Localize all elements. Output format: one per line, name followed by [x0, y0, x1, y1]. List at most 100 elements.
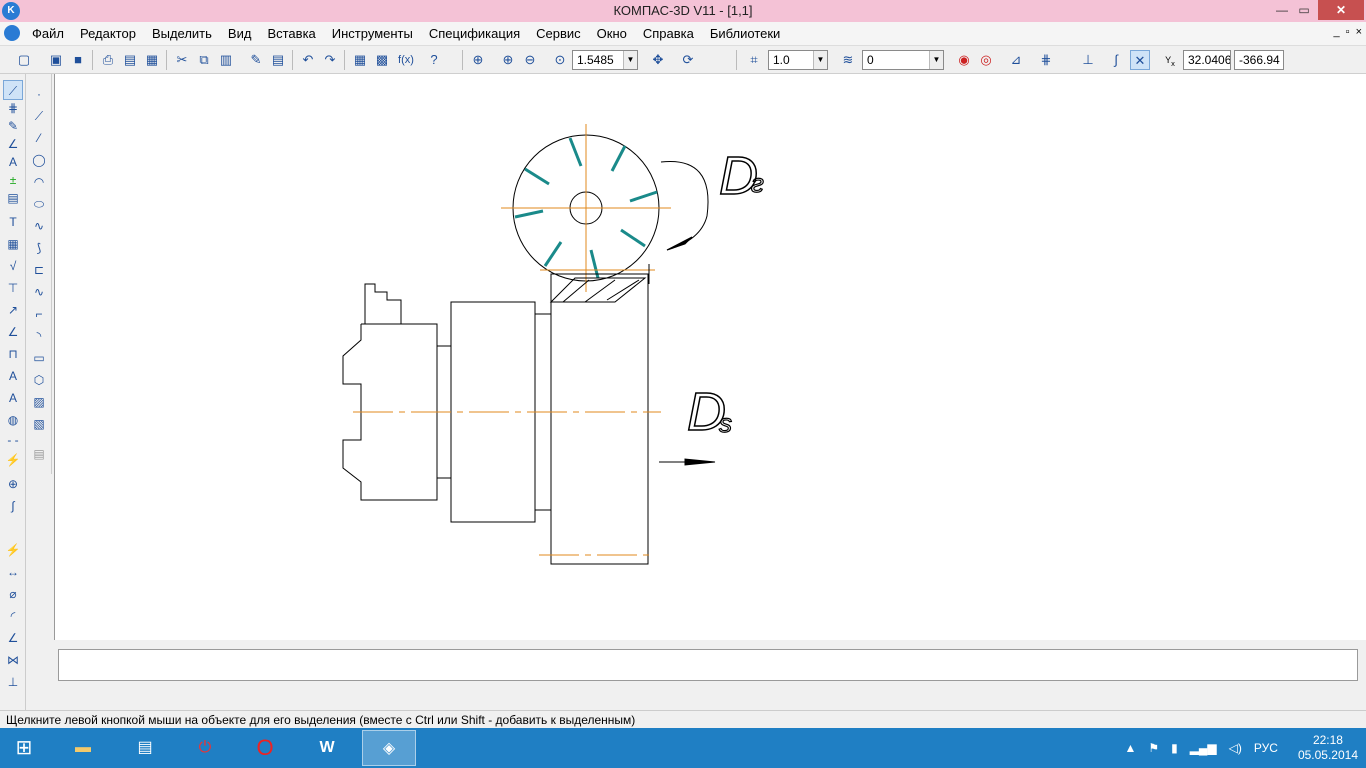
snap-icon[interactable]: ◉: [954, 50, 974, 70]
mdi-restore-button[interactable]: ▫: [1346, 26, 1350, 38]
spline-icon[interactable]: ∿: [29, 216, 49, 236]
text-icon[interactable]: T: [3, 212, 23, 232]
drawing-canvas[interactable]: D г D s: [54, 74, 1366, 640]
print-icon[interactable]: ⎙: [98, 50, 118, 70]
circle-icon[interactable]: ◯: [29, 150, 49, 170]
chevron-down-icon[interactable]: ▼: [623, 51, 637, 69]
clock[interactable]: 22:18 05.05.2014: [1298, 733, 1358, 763]
signal-icon[interactable]: ▂▄▆: [1190, 741, 1217, 755]
save-icon[interactable]: ■: [68, 50, 88, 70]
menu-tools[interactable]: Инструменты: [324, 26, 421, 42]
menu-insert[interactable]: Вставка: [259, 26, 323, 42]
ortho-mode-icon[interactable]: ∫: [1106, 50, 1126, 70]
break-icon[interactable]: ⋈: [3, 650, 23, 670]
mdi-close-button[interactable]: ×: [1356, 26, 1362, 38]
menu-window[interactable]: Окно: [589, 26, 635, 42]
notation-icon[interactable]: ✎: [3, 116, 23, 136]
step-select[interactable]: 1.0 ▼: [768, 50, 828, 70]
auxiliary-line-icon[interactable]: ⟋: [29, 106, 49, 126]
zoom-scale-icon[interactable]: ⊙: [550, 50, 570, 70]
bezier-icon[interactable]: ∿: [29, 282, 49, 302]
new-icon[interactable]: ▢: [14, 50, 34, 70]
coord-y-field[interactable]: -366.94: [1234, 50, 1284, 70]
diameter-icon[interactable]: ⌀: [3, 584, 23, 604]
step-cursor-icon[interactable]: ⌗: [744, 50, 764, 70]
fx-icon[interactable]: f(x): [394, 50, 418, 70]
zoom-out-icon[interactable]: ⊖: [520, 50, 540, 70]
redo-icon[interactable]: ↷: [320, 50, 340, 70]
kompas-icon[interactable]: ◈: [362, 730, 416, 766]
word-icon[interactable]: W: [300, 730, 354, 766]
refresh-icon[interactable]: ⟳: [678, 50, 698, 70]
layer-select[interactable]: 0 ▼: [862, 50, 944, 70]
language-indicator[interactable]: РУС: [1254, 741, 1278, 755]
table-icon[interactable]: ▦: [3, 234, 23, 254]
properties-field[interactable]: [58, 649, 1358, 681]
weld-icon[interactable]: ◍: [3, 410, 23, 430]
centerline-icon[interactable]: - -: [3, 430, 23, 450]
menu-view[interactable]: Вид: [220, 26, 260, 42]
menu-editor[interactable]: Редактор: [72, 26, 144, 42]
roughness-icon[interactable]: √: [3, 256, 23, 276]
rectangle-icon[interactable]: ▭: [29, 348, 49, 368]
zoom-frame-icon[interactable]: ⊕: [468, 50, 488, 70]
round-icon[interactable]: ✕: [1130, 50, 1150, 70]
format-painter-icon[interactable]: ✎: [246, 50, 266, 70]
document-icon[interactable]: [4, 25, 20, 41]
chamfer-icon[interactable]: ⌐: [29, 304, 49, 324]
menu-file[interactable]: Файл: [24, 26, 72, 42]
local-snap-icon[interactable]: ◎: [976, 50, 996, 70]
layer-icon[interactable]: ≋: [838, 50, 858, 70]
local-cs-icon[interactable]: ⊥: [1078, 50, 1098, 70]
associative-icon[interactable]: ⚡: [3, 540, 23, 560]
collection-icon[interactable]: ▤: [29, 444, 49, 464]
grid-icon[interactable]: ⋕: [1036, 50, 1056, 70]
measure-icon[interactable]: ±: [3, 170, 23, 190]
parametrize-icon[interactable]: A: [3, 152, 23, 172]
ortho-icon[interactable]: ⊿: [1006, 50, 1026, 70]
hatch-icon[interactable]: ▨: [29, 392, 49, 412]
radius-icon[interactable]: ◜: [3, 606, 23, 626]
view-icon[interactable]: ⊓: [3, 344, 23, 364]
properties-icon[interactable]: ▤: [268, 50, 288, 70]
menu-specification[interactable]: Спецификация: [421, 26, 528, 42]
menu-select[interactable]: Выделить: [144, 26, 220, 42]
base-icon[interactable]: ⊤: [3, 278, 23, 298]
fillet-icon[interactable]: ◝: [29, 326, 49, 346]
pan-icon[interactable]: ✥: [648, 50, 668, 70]
preview-icon[interactable]: ▤: [120, 50, 140, 70]
chevron-down-icon[interactable]: ▼: [813, 51, 827, 69]
ellipse-icon[interactable]: ⬭: [29, 194, 49, 214]
lightning-icon[interactable]: ⚡: [3, 450, 23, 470]
open-icon[interactable]: ▣: [46, 50, 66, 70]
control-panel-icon[interactable]: ▤: [118, 730, 172, 766]
mdi-minimize-button[interactable]: _: [1334, 26, 1340, 38]
volume-icon[interactable]: ◁): [1229, 741, 1242, 755]
print-options-icon[interactable]: ▦: [142, 50, 162, 70]
geometry-icon[interactable]: ⟋: [3, 80, 23, 100]
select-icon[interactable]: ▤: [3, 188, 23, 208]
height-icon[interactable]: ⊥: [3, 672, 23, 692]
explorer-icon[interactable]: ▬: [56, 730, 110, 766]
close-button[interactable]: ✕: [1318, 0, 1364, 20]
copy-icon[interactable]: ⧉: [194, 50, 214, 70]
wave-icon[interactable]: ∫: [3, 496, 23, 516]
menu-help[interactable]: Справка: [635, 26, 702, 42]
undo-icon[interactable]: ↶: [298, 50, 318, 70]
polyline-icon[interactable]: ⟆: [29, 238, 49, 258]
segment-icon[interactable]: ⁄: [29, 128, 49, 148]
help-icon[interactable]: ?: [424, 50, 444, 70]
contour-icon[interactable]: ⊏: [29, 260, 49, 280]
dimension-icon[interactable]: ↔: [3, 562, 23, 582]
battery-icon[interactable]: ▮: [1171, 741, 1178, 755]
chevron-down-icon[interactable]: ▼: [929, 51, 943, 69]
variables-icon[interactable]: ▩: [372, 50, 392, 70]
start-icon[interactable]: ⊞: [0, 730, 48, 766]
chevron-up-icon[interactable]: ▲: [1124, 741, 1136, 755]
menu-libraries[interactable]: Библиотеки: [702, 26, 788, 42]
opera-icon[interactable]: O: [238, 730, 292, 766]
arrow-icon[interactable]: A: [3, 388, 23, 408]
target-icon[interactable]: ⊕: [3, 474, 23, 494]
tolerance-icon[interactable]: ∠: [3, 322, 23, 342]
zoom-in-icon[interactable]: ⊕: [498, 50, 518, 70]
